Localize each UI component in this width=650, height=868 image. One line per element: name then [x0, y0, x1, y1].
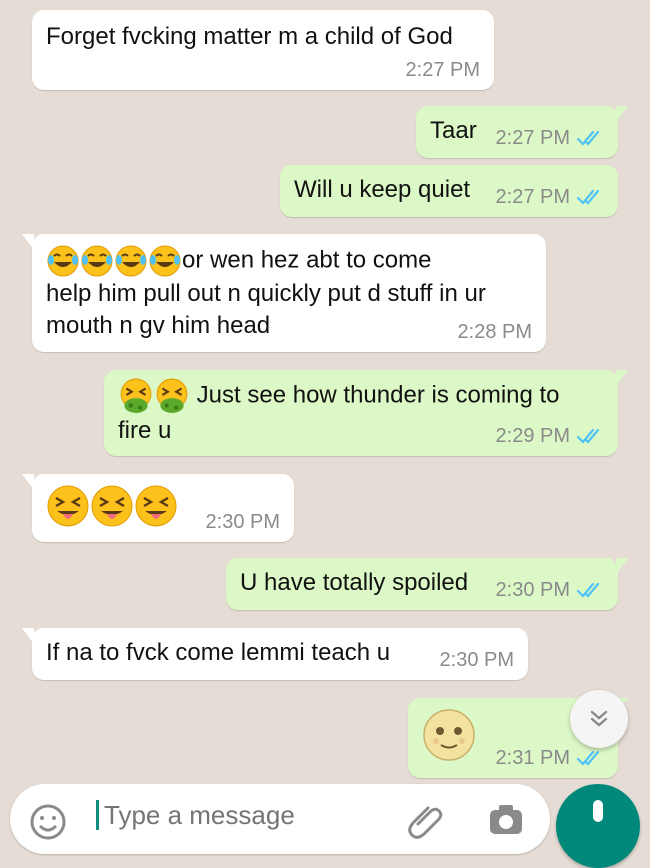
- message-meta: 2:29 PM: [496, 424, 604, 448]
- vomiting-face-emoji-icon: [154, 378, 190, 414]
- message-outgoing[interactable]: U have totally spoiled 2:30 PM: [226, 558, 628, 610]
- laughing-crying-emoji-icon: [148, 244, 182, 278]
- message-line: or wen hez abt to come: [46, 244, 532, 278]
- read-ticks-icon: [576, 129, 604, 147]
- message-text: help him pull out n quickly put d stuff …: [46, 280, 486, 307]
- message-text: Forget fvcking matter m a child of God: [46, 23, 453, 50]
- message-incoming[interactable]: 2:30 PM: [22, 474, 294, 542]
- paperclip-icon[interactable]: [406, 800, 446, 840]
- squinting-tongue-emoji-icon: [46, 484, 90, 528]
- message-text: Will u keep quiet: [294, 176, 471, 203]
- read-ticks-icon: [576, 581, 604, 599]
- text-cursor: [96, 800, 99, 830]
- message-time: 2:28 PM: [457, 321, 532, 343]
- message-composer[interactable]: [10, 784, 550, 854]
- smiley-icon[interactable]: [28, 802, 68, 842]
- message-meta: 2:30 PM: [440, 648, 514, 672]
- laughing-crying-emoji-icon: [114, 244, 148, 278]
- message-incoming[interactable]: or wen hez abt to come help him pull out…: [22, 234, 546, 352]
- message-text: Just see how thunder is coming to: [196, 381, 560, 409]
- message-time: 2:27 PM: [495, 186, 570, 208]
- moon-face-emoji-icon: [422, 708, 476, 762]
- message-time: 2:31 PM: [495, 747, 570, 769]
- message-time: 2:27 PM: [495, 127, 570, 149]
- laughing-crying-emoji-icon: [46, 244, 80, 278]
- message-meta: 2:28 PM: [458, 320, 532, 344]
- scroll-to-bottom-button[interactable]: [570, 690, 628, 748]
- read-ticks-icon: [576, 749, 604, 767]
- message-meta: 2:27 PM: [406, 58, 480, 82]
- message-line: Just see how thunder is coming to: [118, 378, 604, 414]
- chevron-double-down-icon: [590, 710, 608, 727]
- message-text: U have totally spoiled: [240, 569, 469, 596]
- message-incoming[interactable]: If na to fvck come lemmi teach u 2:30 PM: [22, 628, 528, 680]
- message-meta: 2:27 PM: [496, 185, 604, 209]
- microphone-icon: [593, 800, 603, 822]
- message-input[interactable]: [102, 796, 396, 834]
- camera-icon[interactable]: [486, 800, 526, 840]
- message-time: 2:27 PM: [405, 59, 480, 81]
- read-ticks-icon: [576, 427, 604, 445]
- message-meta: 2:27 PM: [496, 126, 604, 150]
- message-text: or wen hez abt to come: [182, 246, 432, 274]
- message-text: Taar: [430, 117, 477, 144]
- squinting-tongue-emoji-icon: [90, 484, 134, 528]
- chat-thread[interactable]: Forget fvcking matter m a child of God 2…: [0, 0, 650, 822]
- message-text: If na to fvck come lemmi teach u: [46, 639, 391, 666]
- message-outgoing[interactable]: Will u keep quiet 2:27 PM: [280, 165, 618, 217]
- vomiting-face-emoji-icon: [118, 378, 154, 414]
- message-outgoing[interactable]: Taar 2:27 PM: [416, 106, 628, 158]
- message-time: 2:30 PM: [205, 511, 280, 533]
- read-ticks-icon: [576, 188, 604, 206]
- message-meta: 2:30 PM: [206, 510, 280, 534]
- message-time: 2:30 PM: [495, 579, 570, 601]
- message-outgoing[interactable]: Just see how thunder is coming to fire u…: [104, 370, 628, 456]
- message-time: 2:30 PM: [439, 649, 514, 671]
- squinting-tongue-emoji-icon: [134, 484, 178, 528]
- message-time: 2:29 PM: [495, 425, 570, 447]
- message-meta: 2:31 PM: [496, 746, 604, 770]
- message-incoming[interactable]: Forget fvcking matter m a child of God 2…: [32, 10, 494, 90]
- microphone-button[interactable]: [556, 784, 640, 868]
- laughing-crying-emoji-icon: [80, 244, 114, 278]
- message-meta: 2:30 PM: [496, 578, 604, 602]
